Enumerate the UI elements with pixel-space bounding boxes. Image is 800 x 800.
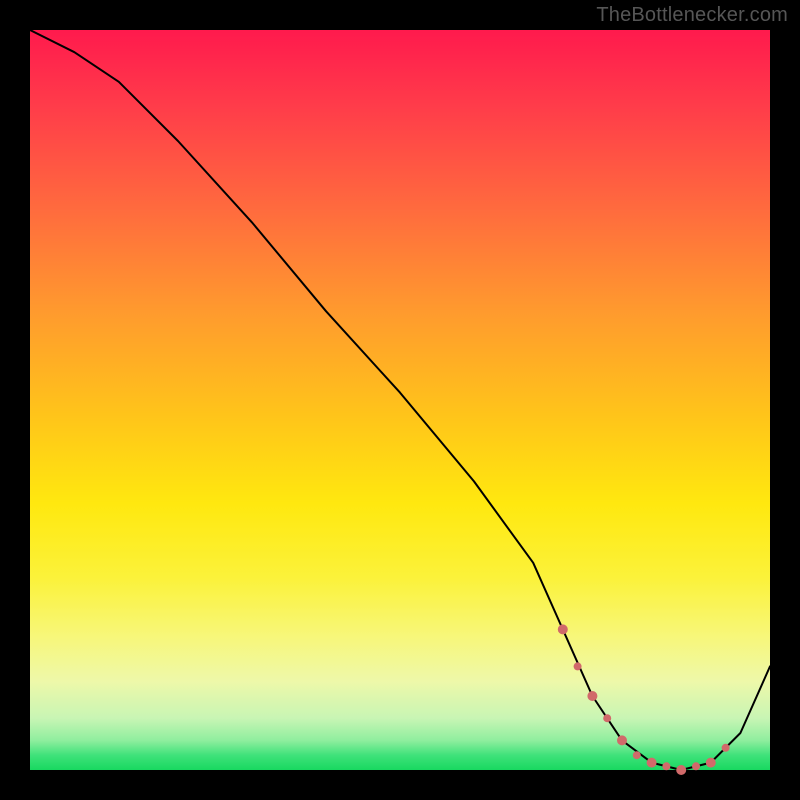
curve-marker (692, 762, 700, 770)
curve-marker (647, 758, 657, 768)
curve-marker (633, 751, 641, 759)
curve-marker (558, 624, 568, 634)
curve-marker (603, 714, 611, 722)
curve-marker (676, 765, 686, 775)
bottleneck-curve-path (30, 30, 770, 770)
curve-marker (587, 691, 597, 701)
curve-marker (706, 758, 716, 768)
curve-marker (722, 744, 730, 752)
curve-svg (30, 30, 770, 770)
attribution-label: TheBottlenecker.com (596, 4, 788, 27)
curve-marker (617, 735, 627, 745)
curve-marker (662, 762, 670, 770)
curve-marker (574, 662, 582, 670)
chart-frame: TheBottlenecker.com (0, 0, 800, 800)
plot-area (30, 30, 770, 770)
marker-group (558, 624, 730, 775)
